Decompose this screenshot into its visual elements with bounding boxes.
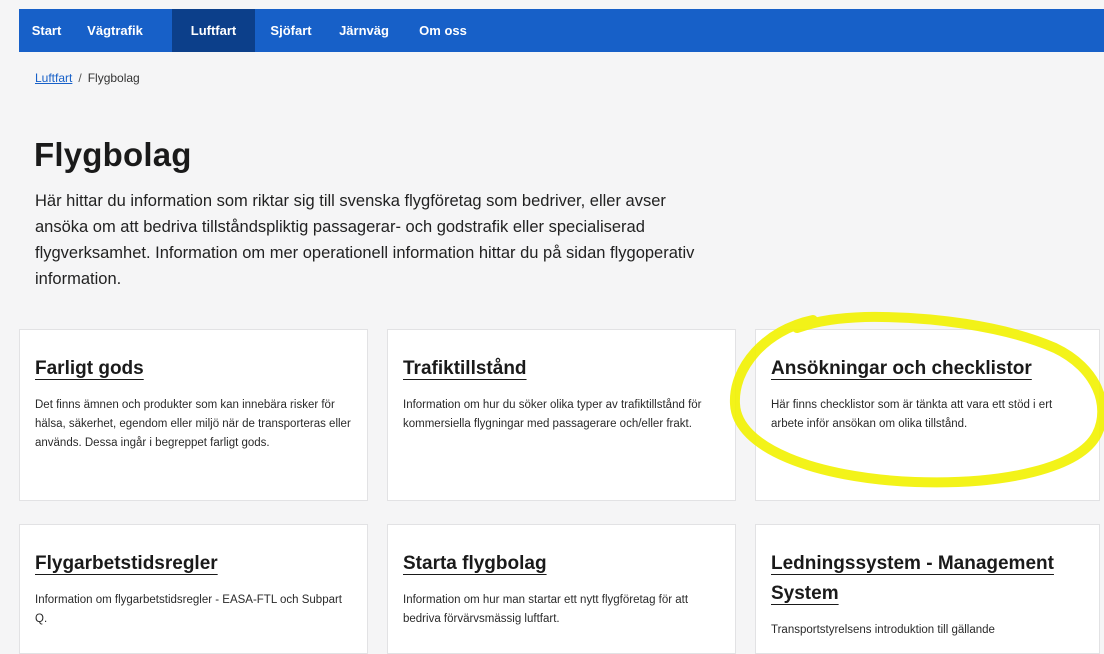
breadcrumb-link-luftfart[interactable]: Luftfart	[35, 71, 72, 85]
nav-item-luftfart[interactable]: Luftfart	[172, 9, 255, 52]
card-title[interactable]: Farligt gods	[35, 354, 144, 384]
card-starta-flygbolag[interactable]: Starta flygbolag Information om hur man …	[387, 524, 736, 654]
card-text: Information om hur du söker olika typer …	[403, 399, 702, 430]
card-title[interactable]: Ansökningar och checklistor	[771, 354, 1032, 384]
card-text: Det finns ämnen och produkter som kan in…	[35, 399, 351, 449]
card-text: Här finns checklistor som är tänkta att …	[771, 399, 1053, 430]
page-title: Flygbolag	[34, 136, 192, 173]
card-title[interactable]: Flygarbetstidsregler	[35, 549, 218, 579]
card-farligt-gods[interactable]: Farligt gods Det finns ämnen och produkt…	[19, 329, 368, 501]
nav-item-sjofart[interactable]: Sjöfart	[256, 9, 326, 52]
card-text: Information om flygarbetstidsregler - EA…	[35, 594, 343, 625]
nav-item-jarnvag[interactable]: Järnväg	[329, 9, 399, 52]
breadcrumb-separator: /	[78, 71, 82, 85]
card-title[interactable]: Ledningssystem - Management System	[771, 549, 1084, 609]
top-navigation: Start Vägtrafik Luftfart Sjöfart Järnväg…	[19, 9, 1104, 52]
card-ledningssystem[interactable]: Ledningssystem - Management System Trans…	[755, 524, 1100, 654]
card-trafiktillstand[interactable]: Trafiktillstånd Information om hur du sö…	[387, 329, 736, 501]
card-text: Information om hur man startar ett nytt …	[403, 594, 689, 625]
card-ansokningar-och-checklistor[interactable]: Ansökningar och checklistor Här finns ch…	[755, 329, 1100, 501]
nav-item-om-oss[interactable]: Om oss	[404, 9, 482, 52]
page-lead: Här hittar du information som riktar sig…	[35, 192, 695, 288]
card-title[interactable]: Trafiktillstånd	[403, 354, 527, 384]
breadcrumb: Luftfart / Flygbolag	[35, 71, 140, 85]
card-flygarbetstidsregler[interactable]: Flygarbetstidsregler Information om flyg…	[19, 524, 368, 654]
breadcrumb-current: Flygbolag	[87, 71, 140, 85]
nav-item-vagtrafik[interactable]: Vägtrafik	[74, 9, 156, 52]
nav-item-start[interactable]: Start	[19, 9, 74, 52]
card-title[interactable]: Starta flygbolag	[403, 549, 547, 579]
card-text: Transportstyrelsens introduktion till gä…	[771, 624, 995, 636]
